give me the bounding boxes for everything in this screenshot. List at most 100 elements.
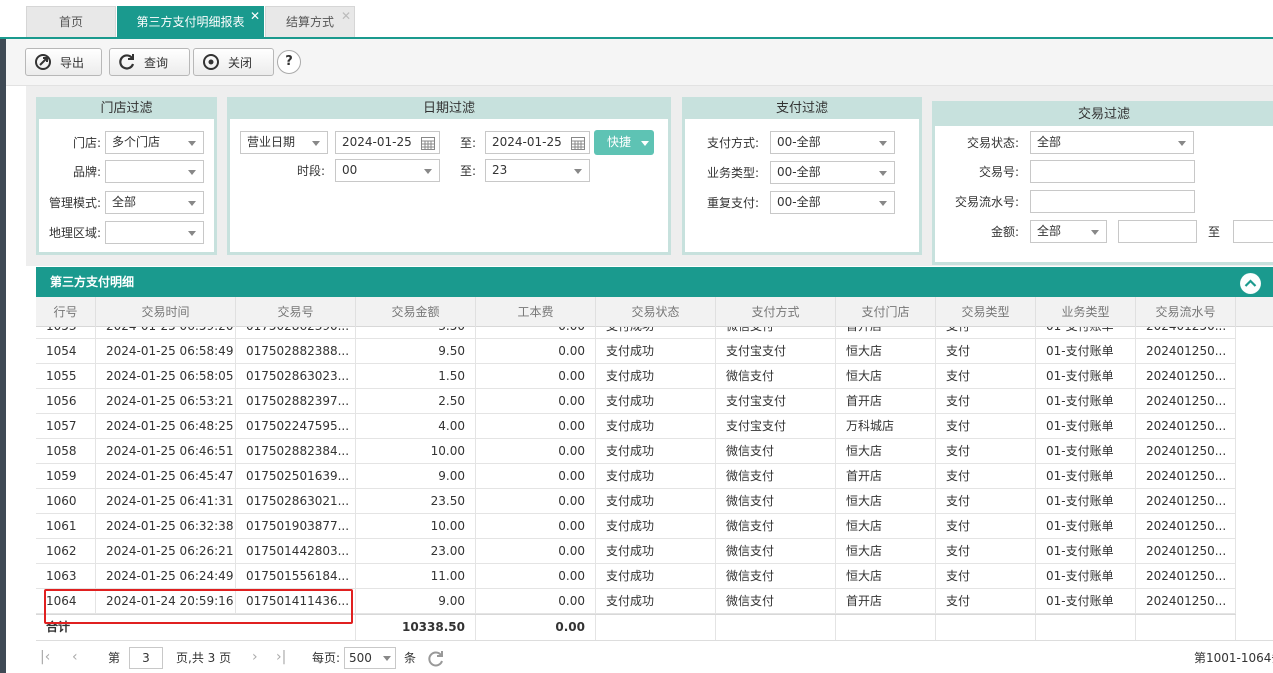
col-trade-type-header[interactable]: 交易类型 [936,297,1036,327]
table-row[interactable]: 1056 2024-01-25 06:53:21 017502882397... 2.… [36,389,1236,414]
query-button[interactable]: 查询 [109,48,190,76]
table-row[interactable]: 1060 2024-01-25 06:41:31 017502863021... 23… [36,489,1236,514]
to-hour-label: 至: [459,164,476,178]
export-label: 导出 [60,55,85,70]
biz-type-select[interactable]: 00-全部 [770,161,895,184]
region-select[interactable] [105,221,204,244]
per-page-unit: 条 [404,651,417,665]
date-type-select[interactable]: 营业日期 [240,131,328,154]
to-date-input[interactable]: 2024-01-25 [485,131,590,154]
col-fee-cell: 0.00 [476,439,596,464]
col-fee-cell: 0.00 [476,339,596,364]
col-serial-header[interactable]: 交易流水号 [1136,297,1236,327]
col-serial-cell: 202401250... [1136,389,1236,414]
pay-filter-title: 支付过滤 [685,100,919,119]
table-row[interactable]: 1057 2024-01-25 06:48:25 017502247595... 4.… [36,414,1236,439]
col-pay-store-header[interactable]: 支付门店 [836,297,936,327]
col-pay-method-cell: 微信支付 [716,564,836,589]
tab-settlement[interactable]: 结算方式 ✕ [265,6,355,37]
serial-input[interactable] [1030,190,1195,213]
store-filter-title: 门店过滤 [39,100,214,119]
col-fee-header[interactable]: 工本费 [476,297,596,327]
close-button[interactable]: 关闭 [193,48,274,76]
tab-home-label: 首页 [58,15,83,29]
col-fee-cell: 0.00 [476,489,596,514]
col-row-no-cell: 1054 [36,339,96,364]
col-biz-type-header[interactable]: 业务类型 [1036,297,1136,327]
amount-op-select[interactable]: 全部 [1030,220,1107,243]
mode-select[interactable]: 全部 [105,191,204,214]
col-pay-method-cell: 支付宝支付 [716,414,836,439]
from-hour-select[interactable]: 00 [335,159,440,182]
quick-button[interactable]: 快捷 [594,130,654,155]
date-filter-title: 日期过滤 [230,100,668,119]
col-pay-method-cell: 微信支付 [716,464,836,489]
col-trade-no-cell: 017501903877... [236,514,356,539]
col-row-no-cell: 1060 [36,489,96,514]
col-trade-time-header[interactable]: 交易时间 [96,297,236,327]
range-text: 第1001-1064条 [1194,651,1273,665]
sum-empty-cell [936,615,1036,640]
amount-to-label: 至 [1207,225,1220,239]
calendar-icon[interactable] [571,136,585,150]
table-row[interactable]: 1062 2024-01-25 06:26:21 017501442803... 23… [36,539,1236,564]
col-pay-method-cell: 支付宝支付 [716,389,836,414]
refresh-icon[interactable] [427,650,445,668]
col-pay-store-cell: 恒大店 [836,439,936,464]
chevron-down-icon [188,231,196,236]
prev-page-icon[interactable]: ‹ [72,649,78,665]
table-row[interactable]: 1059 2024-01-25 06:45:47 017502501639... 9.… [36,464,1236,489]
to-hour-select[interactable]: 23 [485,159,590,182]
chevron-down-icon [188,170,196,175]
help-button[interactable]: ? [277,50,301,74]
chevron-down-icon [424,169,432,174]
col-pay-store-cell: 恒大店 [836,514,936,539]
col-fee-cell: 0.00 [476,364,596,389]
amount-op-value: 全部 [1037,224,1062,238]
amount-to-input[interactable] [1233,220,1273,243]
chevron-down-icon [312,141,320,146]
col-pay-method-cell: 微信支付 [716,489,836,514]
grid-header: 行号 交易时间 交易号 交易金额 工本费 交易状态 支付方式 支付门店 交易类型 业务类型 交易流水… [36,297,1273,327]
export-button[interactable]: 导出 [25,48,102,76]
refresh-icon [119,54,135,70]
store-select[interactable]: 多个门店 [105,131,204,154]
col-pay-method-cell: 微信支付 [716,364,836,389]
col-row-no-header[interactable]: 行号 [36,297,96,327]
page-input[interactable]: 3 [129,647,163,669]
col-status-header[interactable]: 交易状态 [596,297,716,327]
chevron-down-icon [188,141,196,146]
table-row[interactable]: 1063 2024-01-25 06:24:49 017501556184... 11… [36,564,1236,589]
col-pay-method-header[interactable]: 支付方式 [716,297,836,327]
close-icon[interactable]: ✕ [341,9,351,23]
col-trade-no-header[interactable]: 交易号 [236,297,356,327]
trade-no-input[interactable] [1030,160,1195,183]
collapse-button[interactable] [1240,273,1261,294]
col-biz-type-cell: 01-支付账单 [1036,589,1136,614]
close-icon[interactable]: ✕ [250,9,260,23]
per-page-select[interactable]: 500 [344,647,396,669]
pay-method-select[interactable]: 00-全部 [770,131,895,154]
brand-select[interactable] [105,160,204,183]
last-page-icon[interactable]: ›| [276,649,286,665]
from-date-input[interactable]: 2024-01-25 [335,131,440,154]
period-label: 时段: [296,164,325,178]
serial-label: 交易流水号: [954,195,1019,209]
table-row[interactable]: 1061 2024-01-25 06:32:38 017501903877... 10… [36,514,1236,539]
next-page-icon[interactable]: › [252,649,258,665]
to-label: 至: [459,136,476,150]
col-amount-header[interactable]: 交易金额 [356,297,476,327]
tab-home[interactable]: 首页 [26,6,116,37]
table-row[interactable]: 1055 2024-01-25 06:58:05 017502863023... 1.… [36,364,1236,389]
repeat-pay-select[interactable]: 00-全部 [770,191,895,214]
col-serial-cell: 202401250... [1136,489,1236,514]
tab-third-party-report[interactable]: 第三方支付明细报表 ✕ [117,6,264,37]
trade-status-select[interactable]: 全部 [1030,131,1194,154]
calendar-icon[interactable] [421,136,435,150]
col-fee-cell: 0.00 [476,389,596,414]
table-row[interactable]: 1054 2024-01-25 06:58:49 017502882388... 9.… [36,339,1236,364]
table-row[interactable]: 1058 2024-01-25 06:46:51 017502882384... 10… [36,439,1236,464]
first-page-icon[interactable]: |‹ [40,649,50,665]
col-biz-type-cell: 01-支付账单 [1036,439,1136,464]
amount-from-input[interactable] [1118,220,1197,243]
